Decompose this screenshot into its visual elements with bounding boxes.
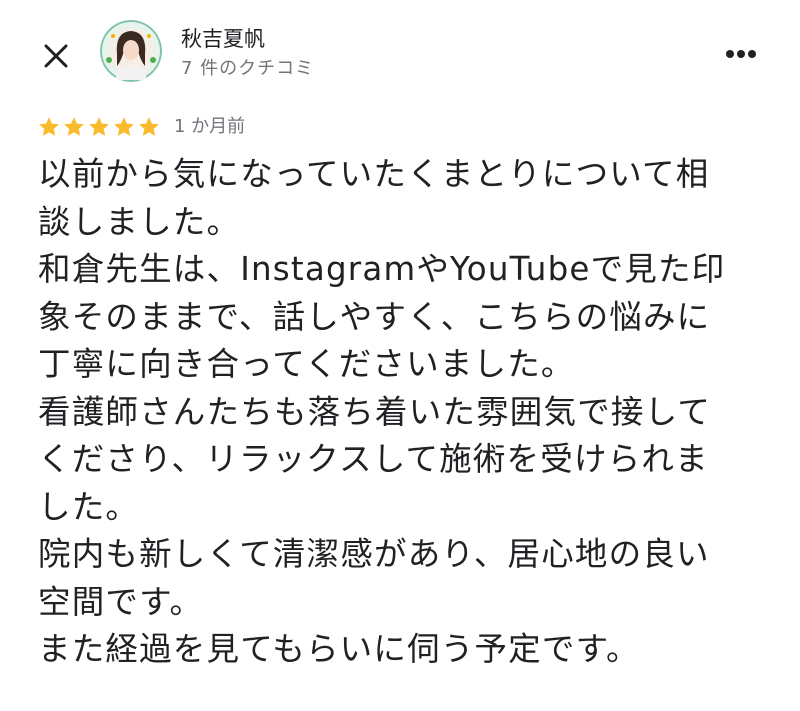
more-vert-icon	[726, 50, 756, 58]
rating-row: 1 か月前	[37, 112, 245, 142]
review-text-line: 空間です。	[38, 582, 204, 621]
review-date: 1 か月前	[174, 116, 246, 137]
review-text: 以前から気になっていたくまとりについて相 談しました。和倉先生は、Instagra…	[38, 151, 773, 674]
star-icon	[114, 117, 134, 136]
close-icon	[44, 44, 68, 68]
review-text-line: 談しました。	[38, 202, 241, 241]
star-icon	[139, 117, 159, 136]
review-text-line: 院内も新しくて清潔感があり、居心地の良い	[38, 535, 710, 573]
review-count[interactable]: 7 件のクチコミ	[181, 56, 314, 82]
review-text-line: 丁寧に向き合ってくださいました。	[38, 345, 575, 383]
reviewer-name[interactable]: 秋吉夏帆	[181, 24, 265, 54]
review-text-line: 以前から気になっていたくまとりについて相	[38, 155, 710, 193]
avatar[interactable]	[100, 20, 162, 82]
avatar-image	[100, 20, 162, 82]
review-text-line: 看護師さんたちも落ち着いた雰囲気で接して	[38, 392, 712, 431]
review-text-line: くださり、リラックスして施術を受けられま	[38, 440, 709, 478]
star-icon	[64, 117, 84, 136]
review-text-line: 象そのままで、話しやすく、こちらの悩みに	[38, 297, 711, 336]
review-text-line: また経過を見てもらいに伺う予定です。	[38, 630, 640, 668]
close-button[interactable]	[36, 36, 76, 76]
review-header: 秋吉夏帆 7 件のクチコミ	[0, 0, 800, 100]
star-icon	[89, 117, 109, 136]
review-text-line: 和倉先生は、InstagramやYouTubeで見た印	[38, 250, 726, 288]
more-options-button[interactable]	[718, 36, 764, 72]
star-rating	[37, 115, 162, 139]
star-icon	[39, 117, 59, 136]
review-text-line: した。	[38, 487, 140, 526]
